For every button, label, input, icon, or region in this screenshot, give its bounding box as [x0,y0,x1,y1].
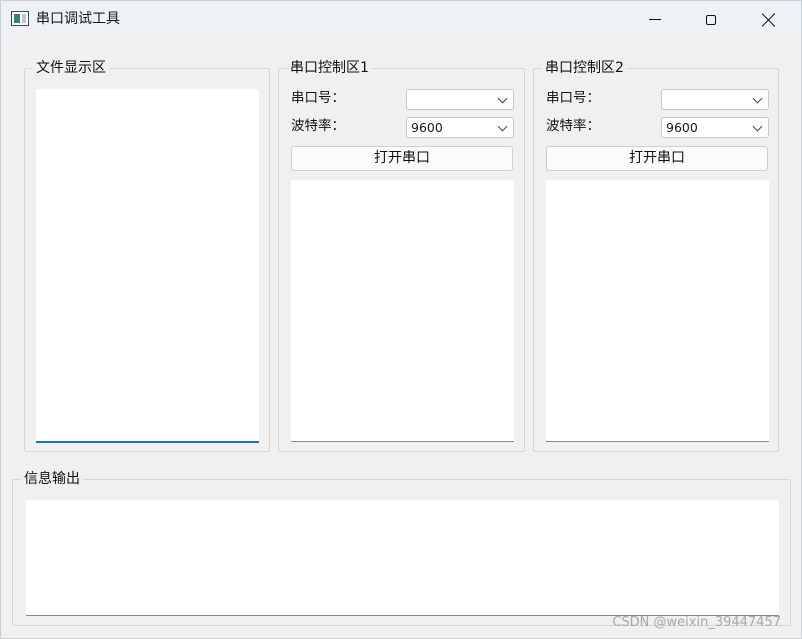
baud-rate-value-1: 9600 [411,120,443,135]
close-icon [762,13,776,27]
port-number-label-1: 串口号： [291,90,345,106]
maximize-icon [706,14,716,25]
info-output-title: 信息输出 [21,470,83,488]
chevron-down-icon [497,93,508,104]
file-display-group: 文件显示区 [24,59,270,452]
file-display-textarea[interactable] [36,89,259,443]
port-number-select-2[interactable] [661,89,769,110]
maximize-button[interactable] [688,1,734,38]
close-button[interactable] [746,1,792,38]
serial-receive-textarea-2[interactable] [546,180,769,442]
window-title: 串口调试工具 [36,11,120,27]
baud-rate-value-2: 9600 [666,120,698,135]
serial-control-1-title: 串口控制区1 [287,59,372,77]
port-number-label-2: 串口号： [546,90,600,106]
baud-rate-select-1[interactable]: 9600 [406,117,514,138]
serial-control-2-title: 串口控制区2 [542,59,627,77]
chevron-down-icon [752,121,763,132]
chevron-down-icon [752,93,763,104]
main-window: 串口调试工具 文件显示区 串口控制区1 串口号： 波特率： 9600 打开串口 [0,0,802,639]
minimize-icon [649,19,661,20]
file-display-group-title: 文件显示区 [33,59,109,77]
serial-control-group-1: 串口控制区1 串口号： 波特率： 9600 打开串口 [278,59,525,452]
title-bar[interactable]: 串口调试工具 [1,1,801,38]
open-port-button-2[interactable]: 打开串口 [546,146,768,171]
serial-receive-textarea-1[interactable] [291,180,514,442]
info-output-textarea[interactable] [26,500,779,616]
serial-control-group-2: 串口控制区2 串口号： 波特率： 9600 打开串口 [533,59,779,452]
app-icon [11,11,29,26]
baud-rate-label-2: 波特率： [546,118,600,134]
baud-rate-label-1: 波特率： [291,118,345,134]
port-number-select-1[interactable] [406,89,514,110]
chevron-down-icon [497,121,508,132]
minimize-button[interactable] [632,1,678,38]
baud-rate-select-2[interactable]: 9600 [661,117,769,138]
open-port-button-1[interactable]: 打开串口 [291,146,513,171]
watermark: CSDN @weixin_39447457 [612,615,781,630]
info-output-group: 信息输出 [12,470,791,626]
